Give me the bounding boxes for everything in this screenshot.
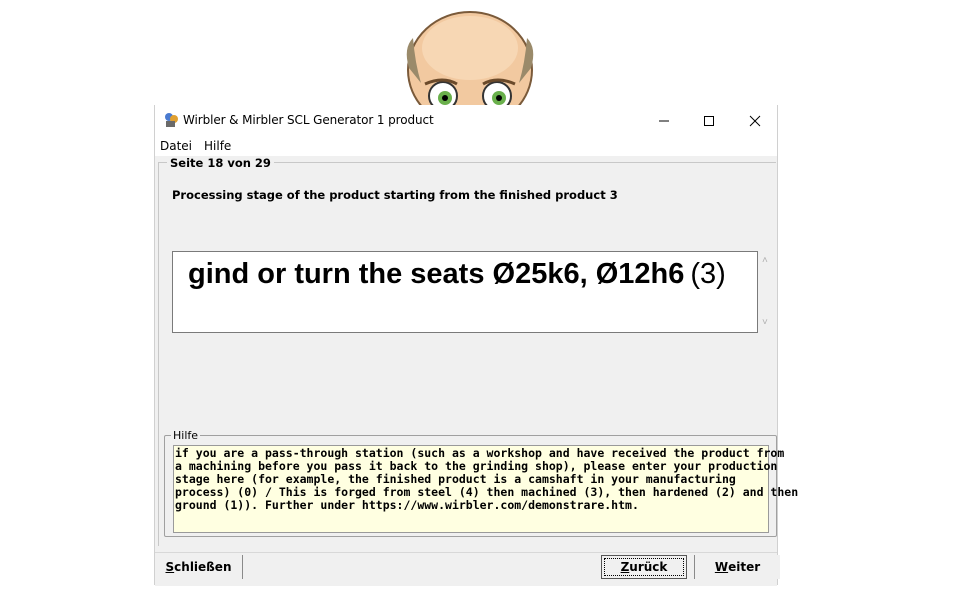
maximize-button[interactable]	[686, 105, 732, 136]
back-button[interactable]: Zurück	[601, 555, 687, 579]
button-bar: Schließen Zurück Weiter	[155, 552, 780, 586]
maximize-icon	[704, 115, 714, 126]
scroll-up-arrow-icon[interactable]: ˄	[762, 255, 768, 266]
app-window: Wirbler & Mirbler SCL Generator 1 produc…	[154, 105, 799, 586]
answer-stage-number: (3)	[690, 258, 726, 290]
page-indicator: Seite 18 von 29	[167, 156, 274, 170]
scroll-down-arrow-icon[interactable]: ˅	[762, 317, 768, 328]
next-button-label: eiter	[728, 560, 761, 574]
next-button[interactable]: Weiter	[694, 555, 780, 579]
minimize-button[interactable]	[641, 105, 687, 136]
app-icon	[163, 112, 179, 128]
close-window-button[interactable]	[732, 105, 778, 136]
close-icon	[749, 115, 761, 126]
answer-value: gind or turn the seats Ø25k6, Ø12h6 (3)	[188, 258, 726, 291]
close-button-mnemonic: S	[165, 560, 175, 574]
menu-datei[interactable]: Datei	[160, 139, 192, 153]
back-button-label: urück	[629, 560, 668, 574]
mascot-character-head	[395, 8, 545, 129]
answer-main-text: gind or turn the seats Ø25k6, Ø12h6	[188, 258, 685, 290]
close-button-label: chließen	[174, 560, 232, 574]
back-button-mnemonic: Z	[620, 560, 630, 574]
window-title: Wirbler & Mirbler SCL Generator 1 produc…	[183, 113, 434, 127]
next-button-mnemonic: W	[714, 560, 729, 574]
menu-hilfe[interactable]: Hilfe	[204, 139, 231, 153]
help-text: if you are a pass-through station (such …	[175, 446, 799, 512]
help-legend: Hilfe	[171, 429, 201, 442]
title-bar: Wirbler & Mirbler SCL Generator 1 produc…	[155, 105, 777, 136]
stage-heading: Processing stage of the product starting…	[172, 188, 618, 202]
menu-bar: Datei Hilfe	[155, 136, 777, 156]
close-button[interactable]: Schließen	[155, 555, 243, 579]
answer-field[interactable]: gind or turn the seats Ø25k6, Ø12h6 (3)	[172, 251, 758, 333]
help-text-area: if you are a pass-through station (such …	[173, 445, 799, 533]
help-group: Hilfe if you are a pass-through station …	[164, 429, 799, 537]
minimize-icon	[659, 120, 669, 121]
